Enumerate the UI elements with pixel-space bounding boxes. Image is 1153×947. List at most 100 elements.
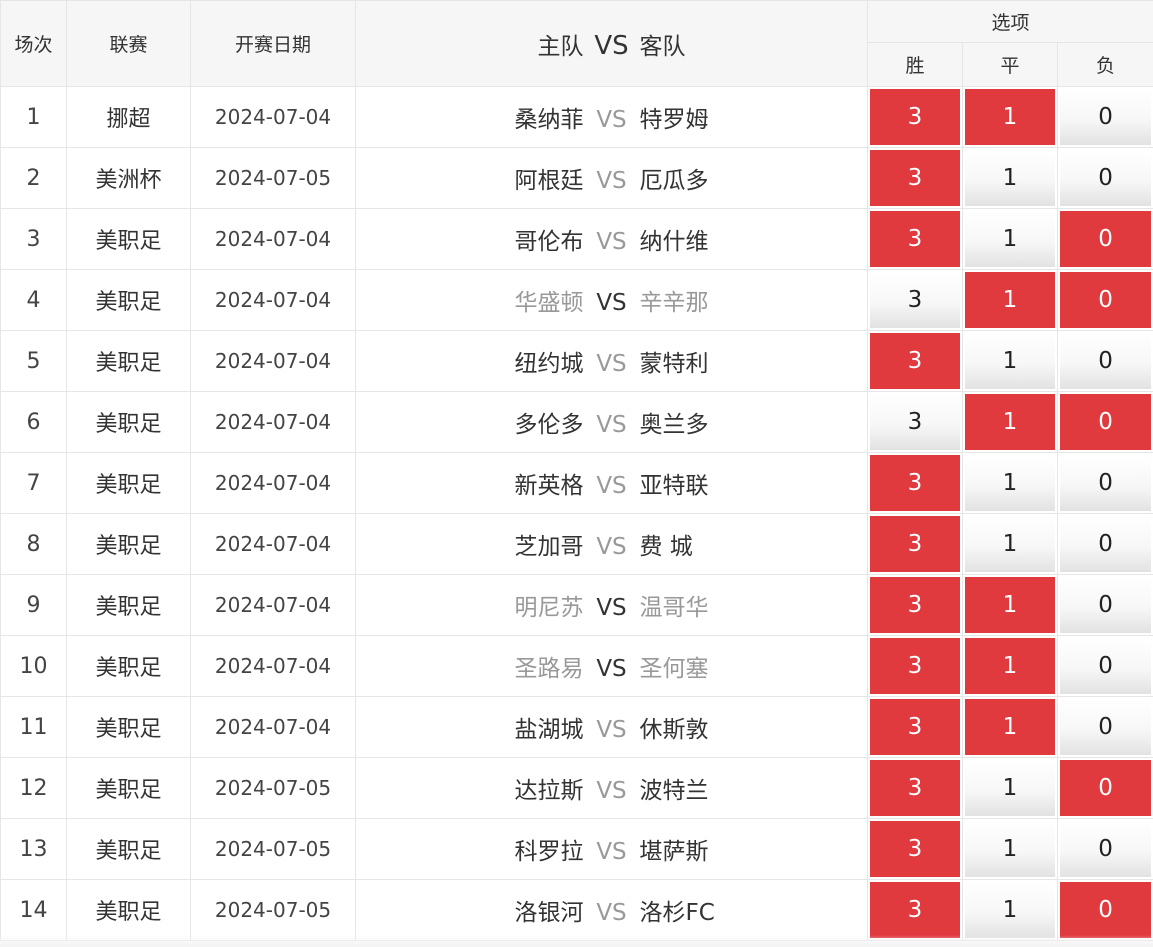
vs-label: VS: [596, 168, 627, 194]
vs-label: VS: [596, 534, 627, 560]
option-draw[interactable]: 1: [965, 89, 1055, 145]
match-table: 场次 联赛 开赛日期 主队 VS 客队 选项 胜 平 负 1 挪超 2024-07-04…: [0, 0, 1153, 941]
option-lose[interactable]: 0: [1060, 821, 1152, 877]
option-win[interactable]: 3: [870, 272, 960, 328]
table-row: 2 美洲杯 2024-07-05 阿根廷 VS 厄瓜多 3 1 0: [0, 147, 1153, 209]
option-draw[interactable]: 1: [965, 577, 1055, 633]
home-team: 哥伦布: [514, 229, 584, 255]
option-draw[interactable]: 1: [965, 638, 1055, 694]
option-draw[interactable]: 1: [965, 699, 1055, 755]
away-team: 温哥华: [639, 595, 709, 621]
option-lose[interactable]: 0: [1060, 760, 1152, 816]
league-name: 美职足: [66, 513, 191, 575]
away-team: 纳什维: [639, 229, 709, 255]
home-team: 洛银河: [514, 900, 584, 926]
option-lose[interactable]: 0: [1060, 89, 1152, 145]
match-teams: 盐湖城 VS 休斯敦: [355, 696, 868, 758]
round-number: 9: [0, 574, 67, 636]
option-lose[interactable]: 0: [1060, 577, 1152, 633]
match-date: 2024-07-04: [190, 452, 356, 514]
league-name: 美职足: [66, 818, 191, 880]
match-date: 2024-07-04: [190, 574, 356, 636]
option-lose[interactable]: 0: [1060, 699, 1152, 755]
option-win[interactable]: 3: [870, 821, 960, 877]
vs-label: VS: [596, 107, 627, 133]
round-number: 14: [0, 879, 67, 941]
option-draw[interactable]: 1: [965, 272, 1055, 328]
league-name: 美职足: [66, 574, 191, 636]
table-row: 4 美职足 2024-07-04 华盛顿 VS 辛辛那 3 1 0: [0, 269, 1153, 331]
round-number: 5: [0, 330, 67, 392]
option-win[interactable]: 3: [870, 577, 960, 633]
option-draw[interactable]: 1: [965, 150, 1055, 206]
option-lose[interactable]: 0: [1060, 211, 1152, 267]
home-team: 新英格: [514, 473, 584, 499]
home-team: 科罗拉: [514, 839, 584, 865]
table-row: 14 美职足 2024-07-05 洛银河 VS 洛杉FC 3 1 0: [0, 879, 1153, 941]
match-teams: 桑纳菲 VS 特罗姆: [355, 86, 868, 148]
option-win[interactable]: 3: [870, 150, 960, 206]
header-opt-lose: 负: [1056, 42, 1153, 87]
option-draw[interactable]: 1: [965, 455, 1055, 511]
option-win[interactable]: 3: [870, 760, 960, 816]
table-row: 12 美职足 2024-07-05 达拉斯 VS 波特兰 3 1 0: [0, 757, 1153, 819]
option-win[interactable]: 3: [870, 882, 960, 938]
round-number: 12: [0, 757, 67, 819]
table-row: 11 美职足 2024-07-04 盐湖城 VS 休斯敦 3 1 0: [0, 696, 1153, 758]
home-team: 华盛顿: [514, 290, 584, 316]
option-lose[interactable]: 0: [1060, 455, 1152, 511]
table-header: 场次 联赛 开赛日期 主队 VS 客队 选项 胜 平 负: [0, 0, 1153, 87]
away-team: 辛辛那: [639, 290, 709, 316]
away-team: 厄瓜多: [639, 168, 709, 194]
option-win[interactable]: 3: [870, 89, 960, 145]
vs-label: VS: [596, 351, 627, 377]
option-draw[interactable]: 1: [965, 394, 1055, 450]
bottom-fade: [0, 935, 1153, 947]
home-team: 明尼苏: [514, 595, 584, 621]
round-number: 4: [0, 269, 67, 331]
option-draw[interactable]: 1: [965, 882, 1055, 938]
round-number: 1: [0, 86, 67, 148]
away-team: 圣何塞: [639, 656, 709, 682]
vs-label: VS: [596, 717, 627, 743]
match-teams: 多伦多 VS 奥兰多: [355, 391, 868, 453]
match-teams: 芝加哥 VS 费 城: [355, 513, 868, 575]
header-options: 选项: [866, 0, 1153, 43]
match-teams: 明尼苏 VS 温哥华: [355, 574, 868, 636]
round-number: 6: [0, 391, 67, 453]
option-lose[interactable]: 0: [1060, 394, 1152, 450]
option-draw[interactable]: 1: [965, 760, 1055, 816]
match-date: 2024-07-05: [190, 147, 356, 209]
option-lose[interactable]: 0: [1060, 333, 1152, 389]
option-draw[interactable]: 1: [965, 333, 1055, 389]
option-draw[interactable]: 1: [965, 821, 1055, 877]
option-win[interactable]: 3: [870, 638, 960, 694]
option-lose[interactable]: 0: [1060, 882, 1152, 938]
option-win[interactable]: 3: [870, 516, 960, 572]
table-row: 3 美职足 2024-07-04 哥伦布 VS 纳什维 3 1 0: [0, 208, 1153, 270]
match-date: 2024-07-04: [190, 696, 356, 758]
option-lose[interactable]: 0: [1060, 638, 1152, 694]
option-win[interactable]: 3: [870, 333, 960, 389]
league-name: 美职足: [66, 208, 191, 270]
round-number: 10: [0, 635, 67, 697]
home-team: 多伦多: [514, 412, 584, 438]
home-team: 圣路易: [514, 656, 584, 682]
match-teams: 科罗拉 VS 堪萨斯: [355, 818, 868, 880]
option-lose[interactable]: 0: [1060, 272, 1152, 328]
option-lose[interactable]: 0: [1060, 150, 1152, 206]
option-win[interactable]: 3: [870, 394, 960, 450]
match-date: 2024-07-04: [190, 391, 356, 453]
away-team: 奥兰多: [639, 412, 709, 438]
match-date: 2024-07-05: [190, 818, 356, 880]
vs-label: VS: [596, 900, 627, 926]
option-win[interactable]: 3: [870, 211, 960, 267]
option-win[interactable]: 3: [870, 455, 960, 511]
match-teams: 新英格 VS 亚特联: [355, 452, 868, 514]
option-draw[interactable]: 1: [965, 211, 1055, 267]
option-win[interactable]: 3: [870, 699, 960, 755]
option-draw[interactable]: 1: [965, 516, 1055, 572]
header-away: 客队: [639, 33, 686, 60]
header-match: 主队 VS 客队: [355, 0, 868, 87]
option-lose[interactable]: 0: [1060, 516, 1152, 572]
